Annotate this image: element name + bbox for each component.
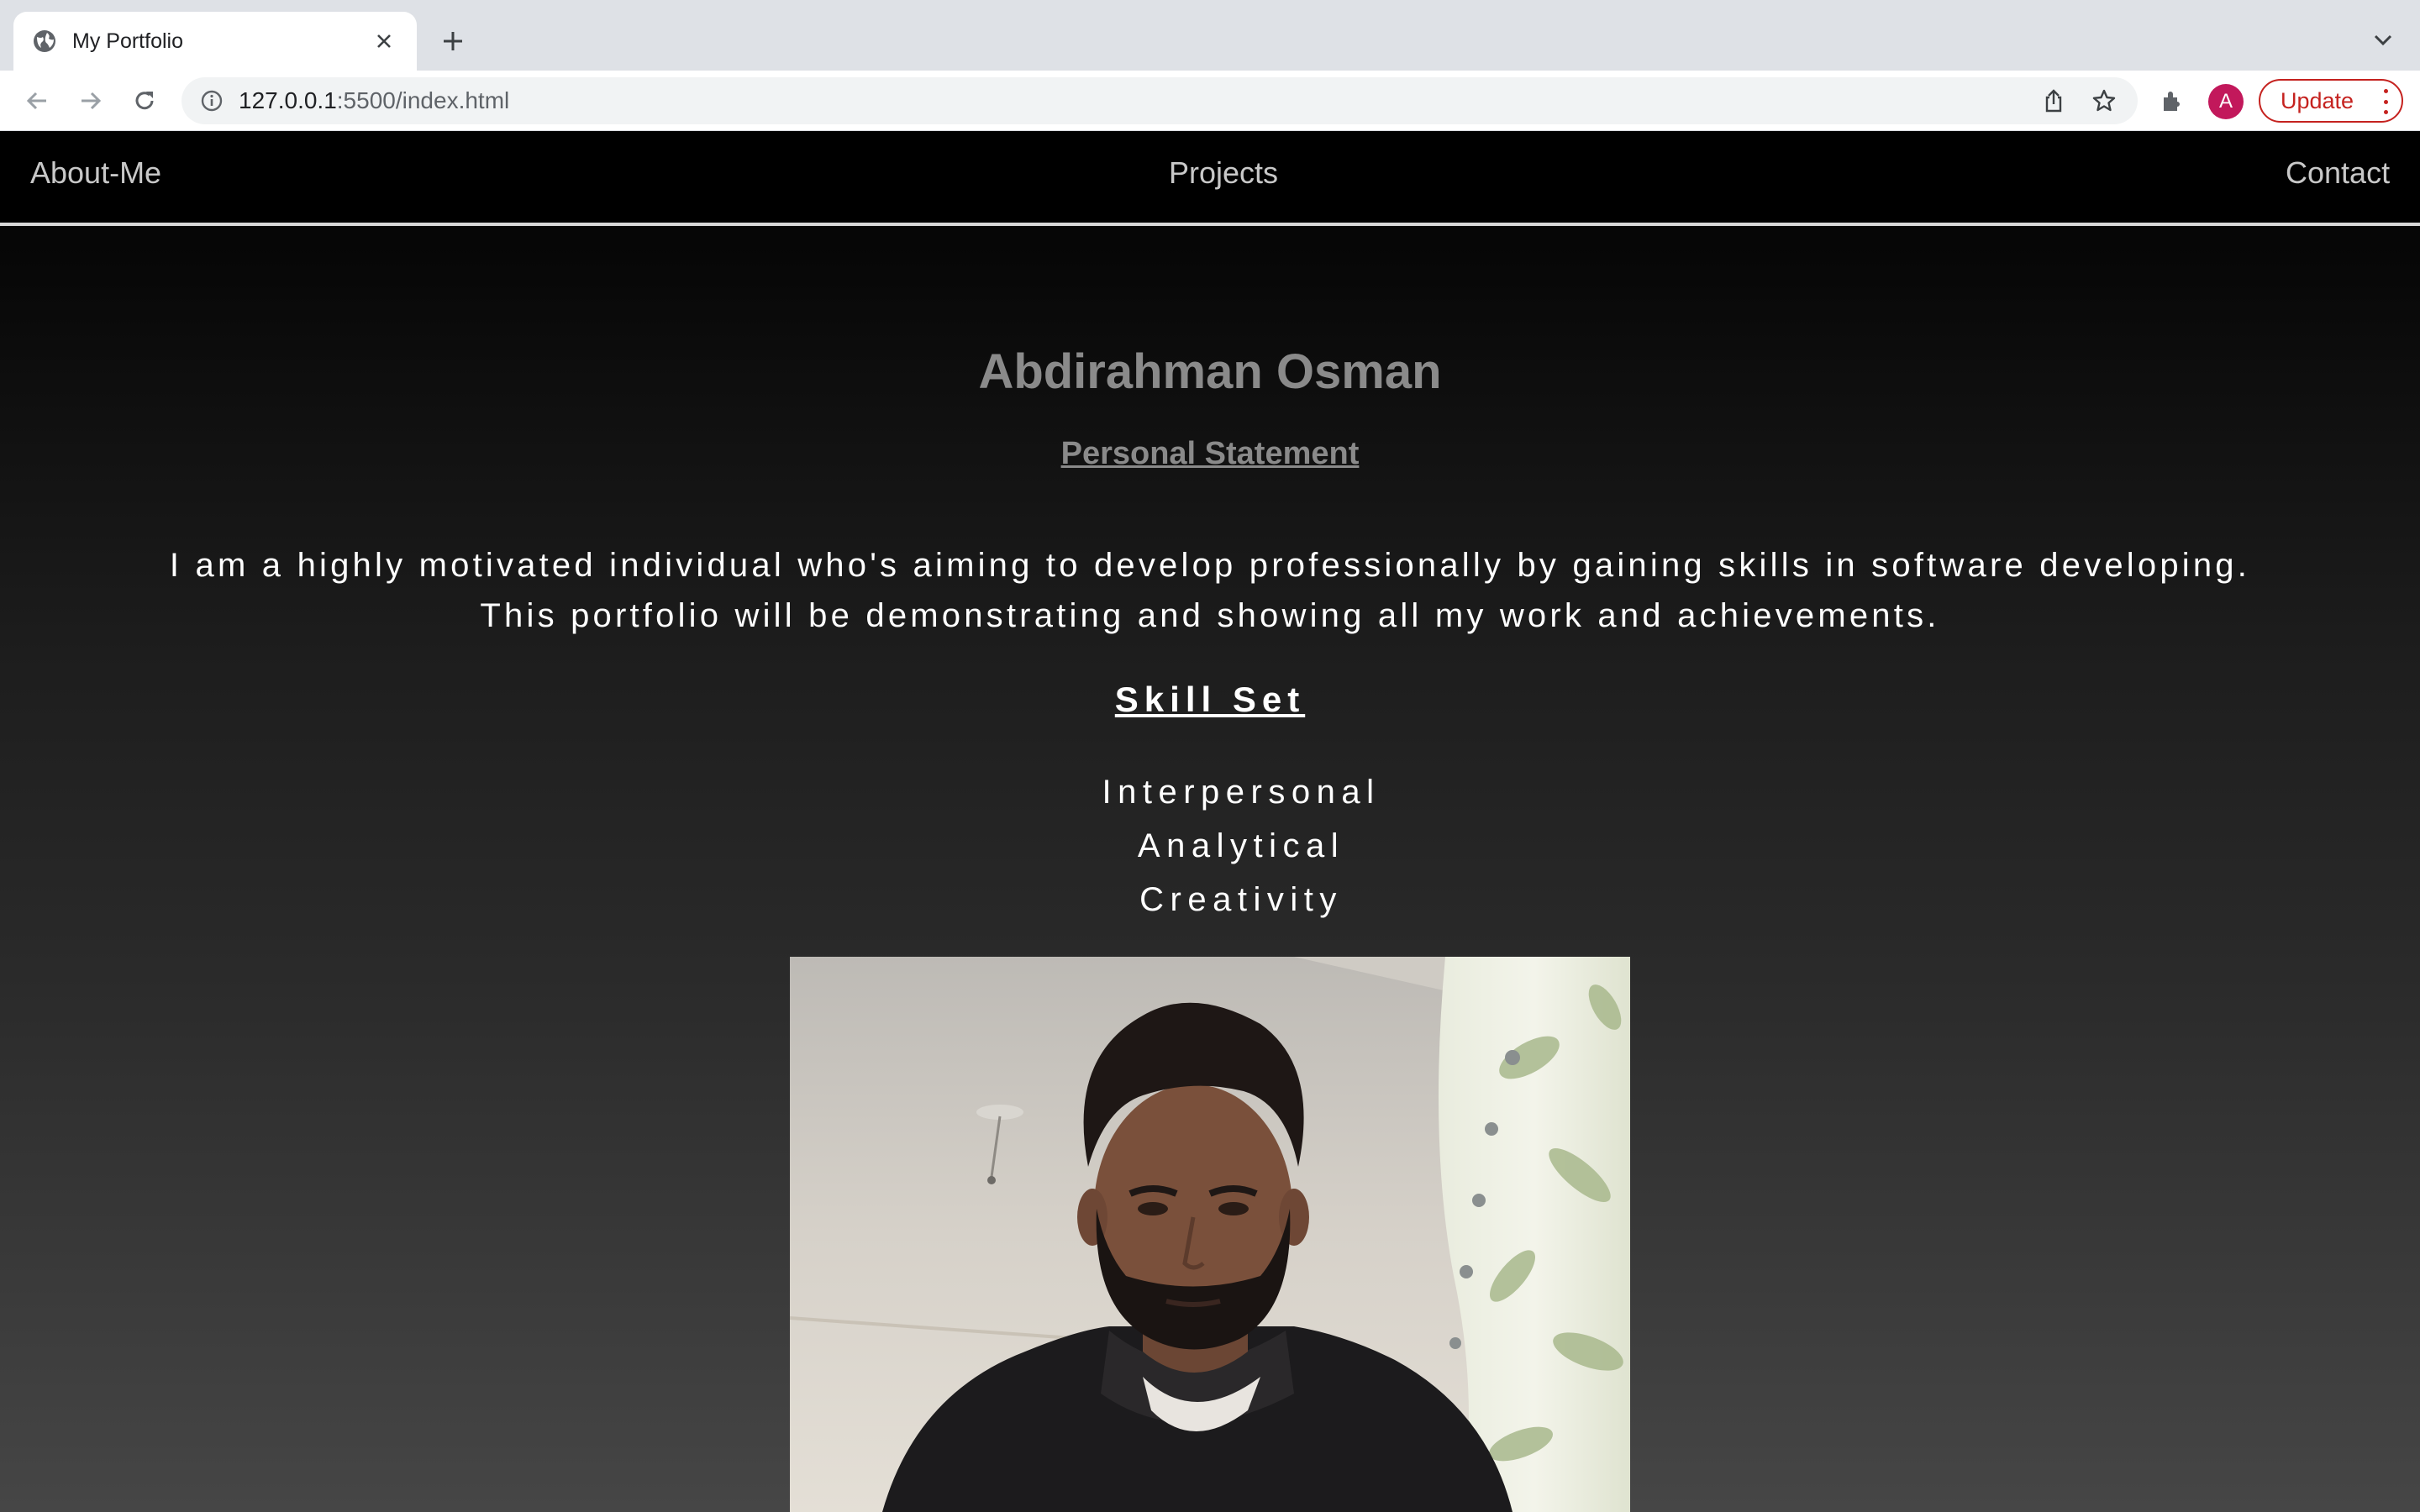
site-nav: About-Me Projects Contact	[0, 132, 2420, 226]
more-vert-icon[interactable]	[2381, 89, 2390, 114]
avatar[interactable]: A	[2208, 84, 2244, 119]
url-text: 127.0.0.1:5500/index.html	[239, 87, 509, 114]
page-title: Abdirahman Osman	[978, 344, 1442, 399]
profile-photo	[790, 957, 1630, 1512]
url-host: 127.0.0.1	[239, 87, 337, 113]
profile-photo-illustration	[790, 957, 1630, 1512]
skill-item: Creativity	[1139, 881, 1343, 918]
globe-icon	[32, 29, 57, 54]
bookmark-star-icon[interactable]	[2089, 86, 2119, 116]
browser-toolbar: 127.0.0.1:5500/index.html A Update	[0, 71, 2420, 131]
back-arrow-icon[interactable]	[17, 81, 57, 121]
chevron-down-icon[interactable]	[2368, 25, 2398, 55]
skill-item: Analytical	[1137, 827, 1345, 864]
skill-set-heading: Skill Set	[1114, 680, 1306, 719]
page-viewport: About-Me Projects Contact Abdirahman Osm…	[0, 132, 2420, 1512]
personal-statement-heading: Personal Statement	[1060, 436, 1360, 471]
tab-title: My Portfolio	[72, 29, 183, 53]
url-path: :5500/index.html	[336, 87, 510, 113]
close-icon[interactable]	[370, 27, 398, 55]
extensions-icon[interactable]	[2156, 84, 2190, 118]
info-icon[interactable]	[197, 86, 227, 116]
nav-link-about-me[interactable]: About-Me	[30, 155, 161, 191]
personal-statement-text: I am a highly motivated individual who's…	[169, 547, 2251, 634]
reload-icon[interactable]	[124, 81, 165, 121]
new-tab-button[interactable]	[435, 24, 471, 59]
skills-list: Interpersonal Analytical Creativity	[0, 765, 2420, 927]
browser-tab[interactable]: My Portfolio	[13, 12, 417, 71]
nav-link-contact[interactable]: Contact	[2286, 155, 2390, 191]
nav-link-projects[interactable]: Projects	[1169, 155, 1278, 191]
forward-arrow-icon[interactable]	[71, 81, 111, 121]
browser-tabstrip: My Portfolio	[0, 0, 2420, 71]
skill-item: Interpersonal	[1102, 774, 1381, 811]
update-button[interactable]: Update	[2259, 79, 2403, 123]
share-icon[interactable]	[2039, 86, 2069, 116]
address-bar[interactable]: 127.0.0.1:5500/index.html	[182, 77, 2138, 124]
update-label: Update	[2281, 87, 2354, 113]
